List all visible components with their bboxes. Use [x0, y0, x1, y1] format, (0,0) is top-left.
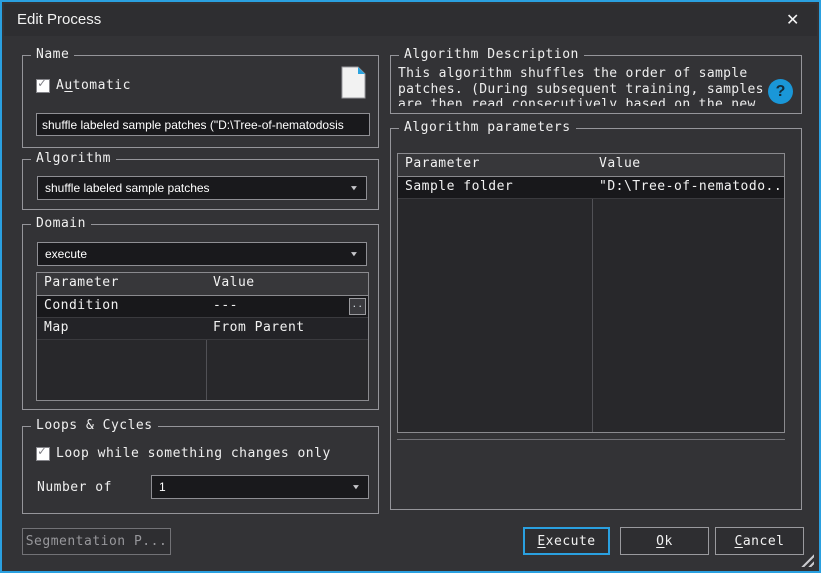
algorithm-group-label: Algorithm [31, 151, 116, 166]
chevron-down-icon: ▼ [351, 250, 358, 258]
chevron-down-icon: ▼ [353, 483, 360, 491]
number-of-label: Number of [37, 480, 112, 495]
algorithm-description-group: Algorithm Description This algorithm shu… [390, 55, 802, 114]
parameter-cell[interactable]: Map [37, 318, 206, 339]
domain-select[interactable]: execute ▼ [37, 242, 367, 266]
segmentation-parameters-button[interactable]: Segmentation P... [22, 528, 171, 555]
domain-parameter-table: Parameter Value Condition --- .. Map Fro… [36, 272, 369, 401]
ok-button[interactable]: Ok [620, 527, 709, 555]
header-value[interactable]: Value [592, 154, 785, 176]
algorithm-parameters-group: Algorithm parameters Parameter Value Sam… [390, 128, 802, 510]
domain-group-label: Domain [31, 216, 91, 231]
algorithm-selected-value: shuffle labeled sample patches [45, 181, 210, 195]
value-cell[interactable]: --- [206, 296, 346, 317]
header-value[interactable]: Value [206, 273, 369, 295]
new-document-icon[interactable] [340, 66, 367, 99]
domain-selected-value: execute [45, 247, 87, 261]
help-icon[interactable]: ? [768, 79, 793, 104]
domain-group: Domain execute ▼ Parameter Value Conditi… [22, 224, 379, 410]
parameter-cell[interactable]: Sample folder [398, 177, 592, 198]
header-parameter[interactable]: Parameter [398, 154, 592, 176]
value-cell[interactable]: "D:\Tree-of-nematodo... [592, 177, 785, 198]
automatic-label: Automatic [56, 78, 131, 93]
loops-group-label: Loops & Cycles [31, 418, 158, 433]
parameter-cell[interactable]: Condition [37, 296, 206, 317]
chevron-down-icon: ▼ [351, 184, 358, 192]
number-of-select[interactable]: 1 ▼ [151, 475, 369, 499]
algorithm-select[interactable]: shuffle labeled sample patches ▼ [37, 176, 367, 200]
edit-process-dialog: Edit Process ✕ Name ✓ Automatic Algorith… [0, 0, 821, 573]
title-bar[interactable]: Edit Process ✕ [4, 4, 817, 36]
table-row-map[interactable]: Map From Parent [37, 318, 368, 340]
execute-button[interactable]: Execute [523, 527, 610, 555]
cancel-button[interactable]: Cancel [715, 527, 804, 555]
parameters-group-label: Algorithm parameters [399, 120, 576, 135]
number-of-value: 1 [159, 480, 166, 494]
table-row-sample-folder[interactable]: Sample folder "D:\Tree-of-nematodo... [398, 177, 784, 199]
description-group-label: Algorithm Description [399, 47, 584, 62]
condition-browse-button[interactable]: .. [349, 298, 366, 315]
algorithm-group: Algorithm shuffle labeled sample patches… [22, 159, 379, 210]
close-icon[interactable]: ✕ [781, 9, 805, 33]
value-cell[interactable]: From Parent [206, 318, 369, 339]
name-group: Name ✓ Automatic [22, 55, 379, 148]
automatic-checkbox[interactable]: ✓ [36, 79, 50, 93]
header-parameter[interactable]: Parameter [37, 273, 206, 295]
name-group-label: Name [31, 47, 74, 62]
loop-while-checkbox[interactable]: ✓ [36, 447, 50, 461]
parameters-table: Parameter Value Sample folder "D:\Tree-o… [397, 153, 785, 433]
window-title: Edit Process [17, 11, 101, 28]
check-icon: ✓ [38, 76, 46, 91]
process-name-input[interactable] [36, 113, 370, 136]
horizontal-scrollbar[interactable] [397, 439, 785, 440]
loops-cycles-group: Loops & Cycles ✓ Loop while something ch… [22, 426, 379, 514]
table-header-row[interactable]: Parameter Value [37, 273, 368, 296]
loop-while-label: Loop while something changes only [56, 446, 331, 461]
check-icon: ✓ [38, 444, 46, 459]
table-row-condition[interactable]: Condition --- .. [37, 296, 368, 318]
algorithm-description-text: This algorithm shuffles the order of sam… [398, 66, 792, 106]
table-header-row[interactable]: Parameter Value [398, 154, 784, 177]
